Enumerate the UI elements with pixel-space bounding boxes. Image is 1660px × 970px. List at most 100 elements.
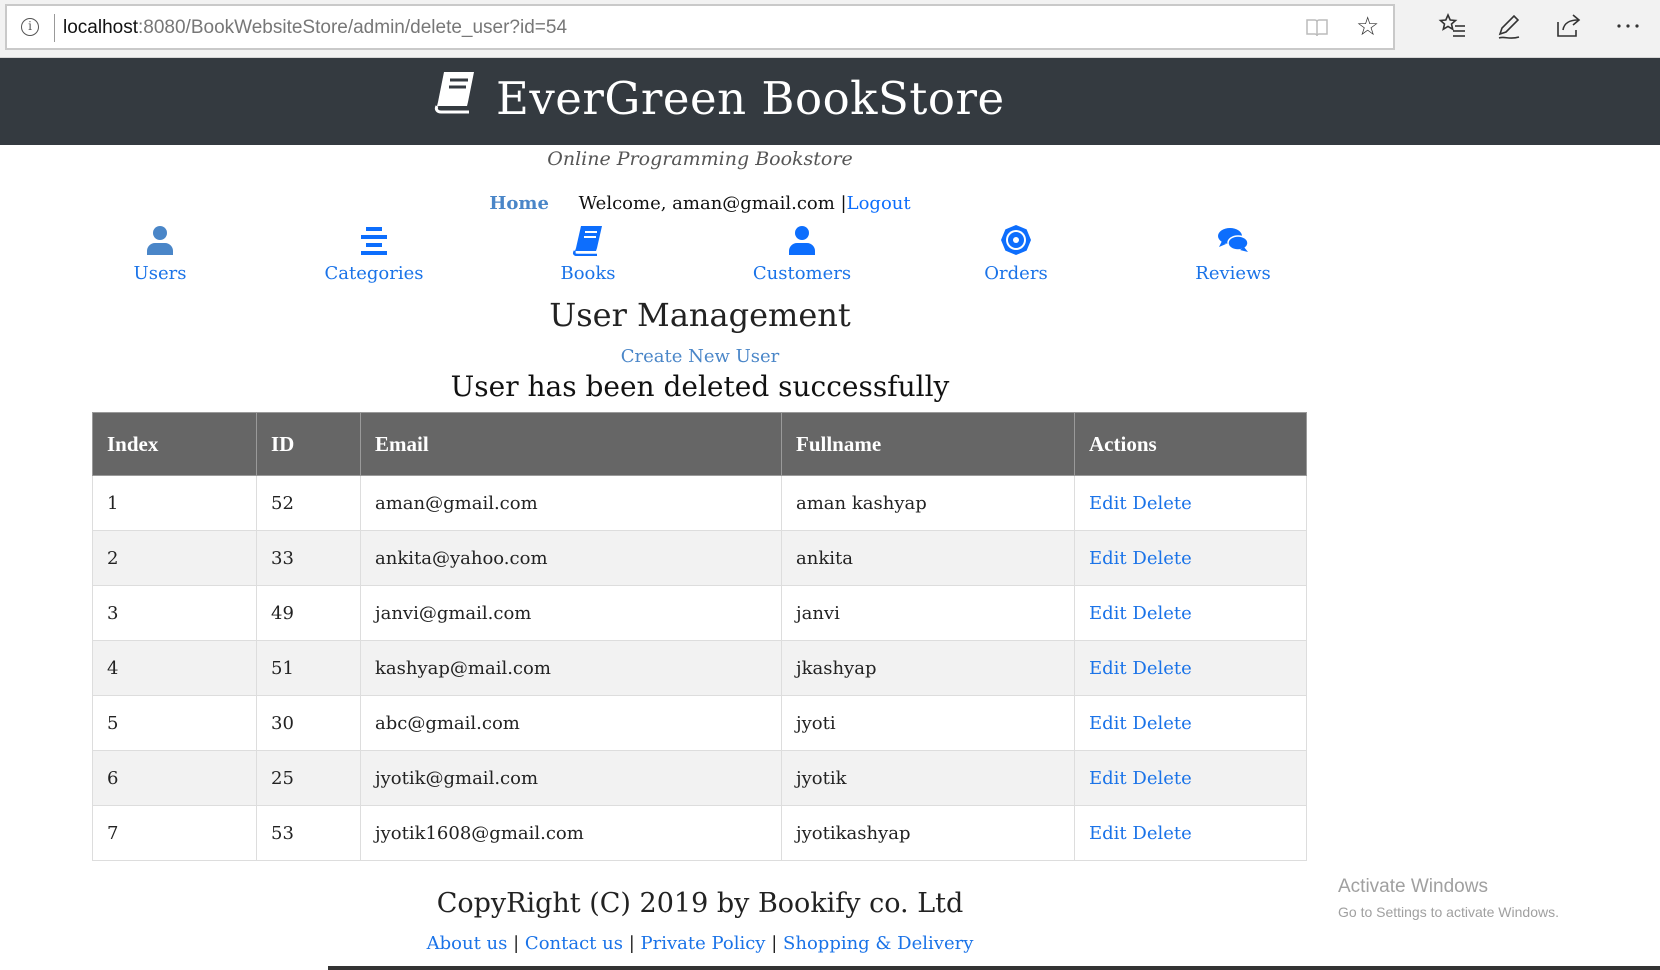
categories-icon [361, 227, 387, 255]
logout-link[interactable]: Logout [847, 193, 911, 214]
menu-label-users: Users [133, 263, 187, 284]
footer-links: About us | Contact us | Private Policy |… [0, 933, 1400, 954]
edit-link[interactable]: Edit [1089, 603, 1127, 624]
about-us-link[interactable]: About us [427, 933, 508, 954]
cell-index: 3 [92, 585, 257, 641]
cell-id: 25 [256, 750, 361, 806]
book-icon [572, 226, 602, 256]
edit-link[interactable]: Edit [1089, 823, 1127, 844]
home-link[interactable]: Home [489, 193, 549, 214]
watermark-title: Activate Windows [1338, 876, 1488, 897]
cell-fullname: janvi [781, 585, 1075, 641]
user-icon [147, 226, 173, 255]
reading-view-icon[interactable] [1305, 18, 1329, 38]
top-nav: Home Welcome, aman@gmail.com |Logout [0, 193, 1400, 214]
cell-index: 5 [92, 695, 257, 751]
edit-link[interactable]: Edit [1089, 713, 1127, 734]
column-header-id: ID [256, 412, 361, 476]
footer-separator: | [513, 933, 520, 954]
menu-label-orders: Orders [984, 263, 1048, 284]
column-header-fullname: Fullname [781, 412, 1075, 476]
cell-actions: Edit Delete [1074, 640, 1307, 696]
cell-index: 7 [92, 805, 257, 861]
contact-us-link[interactable]: Contact us [525, 933, 623, 954]
column-header-index: Index [92, 412, 257, 476]
cell-id: 51 [256, 640, 361, 696]
copyright-text: CopyRight (C) 2019 by Bookify co. Ltd [436, 888, 964, 919]
edit-link[interactable]: Edit [1089, 493, 1127, 514]
orders-icon [1001, 225, 1031, 255]
column-header-email: Email [360, 412, 782, 476]
cell-fullname: jyotikashyap [781, 805, 1075, 861]
menu-item-users[interactable]: Users [80, 224, 240, 284]
footer-separator: | [628, 933, 635, 954]
url-host: localhost [63, 17, 138, 38]
create-new-user-link[interactable]: Create New User [0, 346, 1400, 367]
share-icon[interactable] [1554, 12, 1582, 40]
cell-actions: Edit Delete [1074, 585, 1307, 641]
table-row: 1 52 aman@gmail.com aman kashyap Edit De… [92, 475, 1307, 531]
welcome-text: Welcome, aman@gmail.com | [578, 193, 847, 214]
menu-label-books: Books [560, 263, 616, 284]
menu-item-categories[interactable]: Categories [294, 224, 454, 284]
cell-fullname: jkashyap [781, 640, 1075, 696]
cell-id: 53 [256, 805, 361, 861]
menu-item-customers[interactable]: Customers [722, 224, 882, 284]
edit-link[interactable]: Edit [1089, 658, 1127, 679]
table-row: 3 49 janvi@gmail.com janvi Edit Delete [92, 585, 1307, 641]
cell-index: 4 [92, 640, 257, 696]
cell-index: 6 [92, 750, 257, 806]
cell-index: 2 [92, 530, 257, 586]
table-row: 4 51 kashyap@mail.com jkashyap Edit Dele… [92, 640, 1307, 696]
cell-email: jyotik1608@gmail.com [360, 805, 782, 861]
private-policy-link[interactable]: Private Policy [641, 933, 766, 954]
bottom-divider [328, 966, 1660, 970]
shopping-delivery-link[interactable]: Shopping & Delivery [783, 933, 973, 954]
favorites-list-icon[interactable] [1438, 12, 1466, 40]
url-text[interactable]: localhost:8080/BookWebsiteStore/admin/de… [63, 17, 567, 39]
menu-item-orders[interactable]: Orders [936, 224, 1096, 284]
customer-icon [789, 226, 815, 255]
page-title: User Management [549, 296, 851, 334]
edit-link[interactable]: Edit [1089, 768, 1127, 789]
cell-email: aman@gmail.com [360, 475, 782, 531]
menu-item-reviews[interactable]: Reviews [1153, 224, 1313, 284]
table-body: 1 52 aman@gmail.com aman kashyap Edit De… [92, 475, 1307, 861]
info-icon[interactable]: i [21, 18, 39, 36]
table-row: 7 53 jyotik1608@gmail.com jyotikashyap E… [92, 805, 1307, 861]
footer-separator: | [771, 933, 778, 954]
watermark-subtitle: Go to Settings to activate Windows. [1338, 904, 1559, 920]
column-header-actions: Actions [1074, 412, 1307, 476]
edit-link[interactable]: Edit [1089, 548, 1127, 569]
cell-fullname: aman kashyap [781, 475, 1075, 531]
delete-link[interactable]: Delete [1132, 603, 1191, 624]
cell-email: jyotik@gmail.com [360, 750, 782, 806]
users-table: Index ID Email Fullname Actions 1 52 ama… [92, 412, 1307, 861]
browser-toolbar: i localhost:8080/BookWebsiteStore/admin/… [0, 0, 1660, 58]
url-path: :8080/BookWebsiteStore/admin/delete_user… [138, 17, 568, 38]
pen-notes-icon[interactable] [1495, 12, 1523, 40]
address-separator [54, 14, 55, 42]
delete-link[interactable]: Delete [1132, 493, 1191, 514]
menu-label-reviews: Reviews [1195, 263, 1271, 284]
cell-fullname: ankita [781, 530, 1075, 586]
activate-windows-watermark: Activate Windows Go to Settings to activ… [1338, 876, 1559, 920]
site-title: EverGreen BookStore [496, 72, 1005, 125]
cell-actions: Edit Delete [1074, 750, 1307, 806]
delete-link[interactable]: Delete [1132, 548, 1191, 569]
site-tagline: Online Programming Bookstore [547, 148, 853, 170]
favorite-star-icon[interactable]: ☆ [1356, 14, 1379, 40]
address-bar[interactable]: i localhost:8080/BookWebsiteStore/admin/… [5, 4, 1395, 50]
delete-link[interactable]: Delete [1132, 658, 1191, 679]
more-options-icon[interactable] [1614, 12, 1642, 40]
delete-link[interactable]: Delete [1132, 713, 1191, 734]
menu-label-customers: Customers [752, 263, 852, 284]
site-header: EverGreen BookStore [0, 58, 1660, 145]
cell-fullname: jyoti [781, 695, 1075, 751]
menu-item-books[interactable]: Books [508, 224, 668, 284]
delete-link[interactable]: Delete [1132, 768, 1191, 789]
status-message: User has been deleted successfully [450, 370, 950, 403]
cell-actions: Edit Delete [1074, 695, 1307, 751]
cell-fullname: jyotik [781, 750, 1075, 806]
delete-link[interactable]: Delete [1132, 823, 1191, 844]
